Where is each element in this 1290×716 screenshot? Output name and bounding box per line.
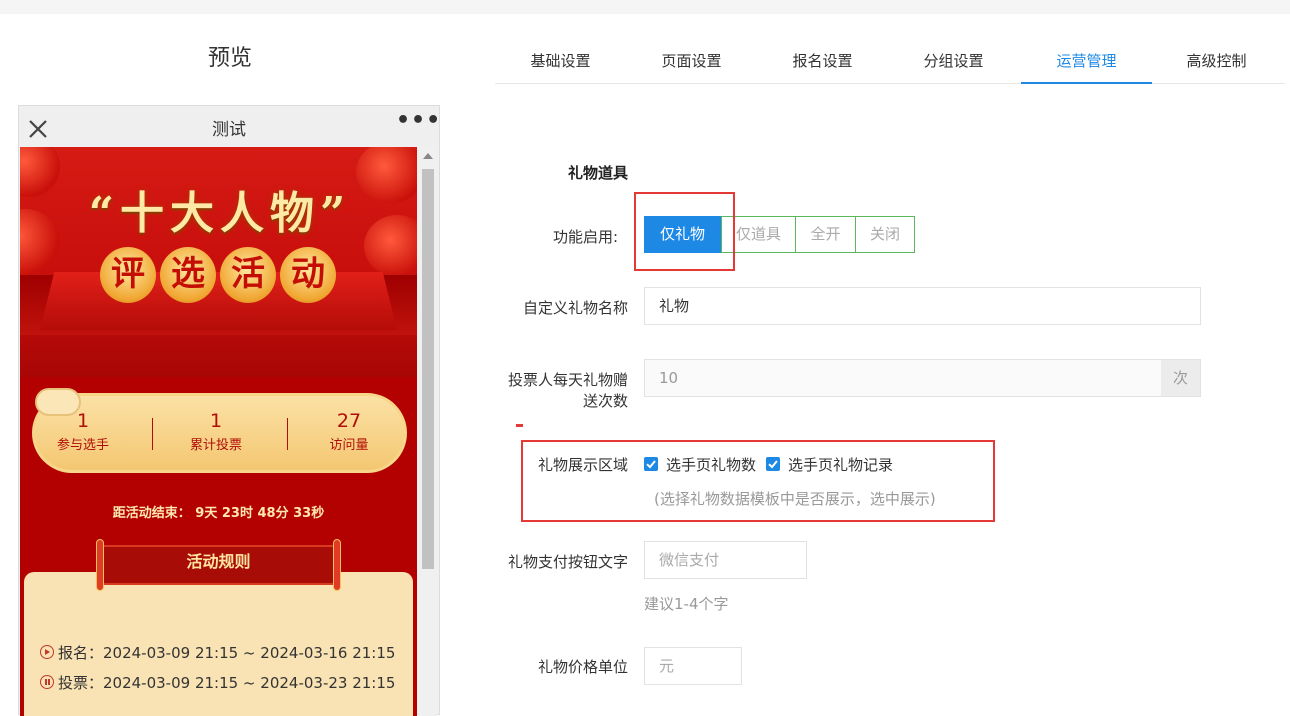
scroll-thumb[interactable] [422, 169, 434, 569]
daily-gift-count-input[interactable]: 10 [644, 359, 1162, 397]
price-unit-input[interactable]: 元 [644, 647, 742, 685]
rules-title-scroll[interactable]: 活动规则 [96, 539, 341, 591]
preview-scrollbar[interactable] [419, 147, 437, 716]
section-title: 礼物道具 [567, 164, 628, 182]
top-bar [0, 0, 1290, 14]
option-all-on[interactable]: 全开 [795, 216, 856, 253]
feature-enable-label: 功能启用: [552, 228, 618, 246]
stat-total-votes: 1 累计投票 [189, 410, 242, 453]
tab-signup[interactable]: 报名设置 [757, 44, 888, 84]
banner-title: “十大人物” [88, 188, 352, 239]
play-icon [40, 645, 54, 659]
phone-screen: “十大人物” 评 选 活 动 1 参与选手 1 累计投票 27 访问量 距活动结… [20, 147, 417, 716]
option-prop-only[interactable]: 仅道具 [721, 216, 796, 253]
stat-visits: 27 访问量 [329, 410, 369, 453]
checkbox-gift-records-label[interactable]: 选手页礼物记录 [788, 454, 893, 475]
option-off[interactable]: 关闭 [855, 216, 915, 253]
pay-button-text-hint: 建议1-4个字 [644, 595, 729, 613]
checkbox-gift-records[interactable] [766, 457, 780, 471]
daily-gift-count-label: 投票人每天礼物赠 送次数 [507, 371, 628, 410]
rules-panel: 报名：2024-03-09 21:15 ~ 2024-03-16 21:15 投… [24, 572, 413, 716]
rules-title: 活动规则 [186, 552, 251, 571]
custom-gift-name-label: 自定义礼物名称 [522, 299, 628, 317]
stats-panel: 1 参与选手 1 累计投票 27 访问量 [32, 388, 407, 473]
stat-participants: 1 参与选手 [56, 410, 109, 453]
settings-tabs: 基础设置 页面设置 报名设置 分组设置 运营管理 高级控制 [495, 44, 1285, 84]
tab-basic[interactable]: 基础设置 [495, 44, 626, 84]
phone-preview: 测试 ••• “十大人物” 评 选 活 动 1 参与选手 1 累计投票 27 访… [18, 105, 441, 716]
countdown-text: 距活动结束： 9天 23时 48分 33秒 [112, 506, 325, 521]
checkbox-gift-count-label[interactable]: 选手页礼物数 [666, 454, 756, 475]
price-unit-label: 礼物价格单位 [537, 658, 628, 676]
marker-dash [516, 424, 523, 427]
display-area-hint: (选择礼物数据模板中是否展示，选中展示) [654, 490, 936, 508]
checkbox-gift-count[interactable] [644, 457, 658, 471]
banner-image: “十大人物” 评 选 活 动 [20, 147, 417, 377]
rule-vote: 投票：2024-03-09 21:15 ~ 2024-03-23 21:15 [40, 672, 395, 693]
phone-title: 测试 [212, 120, 246, 140]
daily-gift-count-unit: 次 [1161, 359, 1201, 397]
close-icon[interactable] [27, 118, 49, 140]
preview-title: 预览 [207, 46, 252, 71]
banner-subtitle: 评 选 活 动 [100, 247, 340, 307]
feature-enable-segmented: 仅礼物 仅道具 全开 关闭 [644, 216, 915, 253]
tab-advanced[interactable]: 高级控制 [1151, 44, 1282, 84]
rule-signup: 报名：2024-03-09 21:15 ~ 2024-03-16 21:15 [40, 642, 395, 663]
pay-button-text-input[interactable]: 微信支付 [644, 541, 807, 579]
pause-icon [40, 675, 54, 689]
tab-page[interactable]: 页面设置 [626, 44, 757, 84]
tab-group[interactable]: 分组设置 [888, 44, 1019, 84]
pay-button-text-label: 礼物支付按钮文字 [507, 553, 628, 571]
more-icon[interactable]: ••• [396, 108, 441, 133]
display-area-label: 礼物展示区域 [537, 456, 628, 474]
custom-gift-name-input[interactable]: 礼物 [644, 287, 1201, 325]
scroll-up-icon[interactable] [423, 153, 433, 159]
phone-header: 测试 ••• [19, 106, 441, 146]
highlight-box-display-area [521, 440, 995, 522]
tab-operations[interactable]: 运营管理 [1021, 44, 1152, 84]
option-gift-only[interactable]: 仅礼物 [644, 216, 721, 253]
